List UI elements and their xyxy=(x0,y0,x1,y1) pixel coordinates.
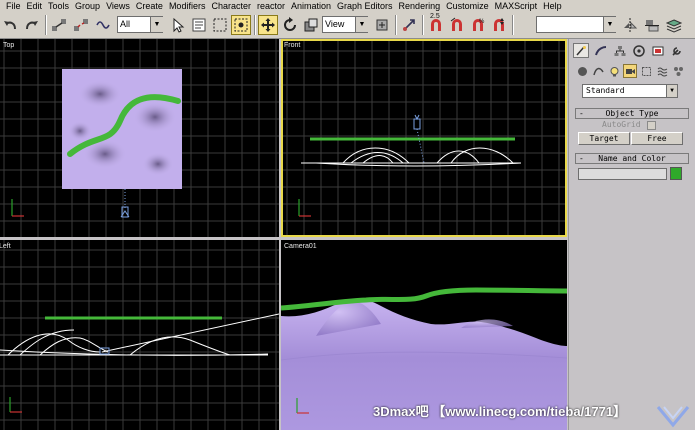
align-icon[interactable] xyxy=(642,15,662,35)
select-object-icon[interactable] xyxy=(168,15,188,35)
menu-graph-editors[interactable]: Graph Editors xyxy=(334,0,396,12)
systems-icon[interactable] xyxy=(671,64,685,78)
collapse-icon: - xyxy=(579,154,584,163)
chevron-down-icon: ▼ xyxy=(150,17,163,32)
autogrid-label: AutoGrid xyxy=(602,120,641,129)
reference-coord-dropdown[interactable]: View ▼ xyxy=(322,16,368,33)
spinner-snap-icon[interactable] xyxy=(489,15,509,35)
autogrid-checkbox[interactable] xyxy=(647,121,656,130)
menu-views[interactable]: Views xyxy=(103,0,133,12)
reference-coord-value: View xyxy=(325,19,345,29)
top-terrain xyxy=(62,69,182,189)
pivot-center-icon[interactable] xyxy=(372,15,392,35)
category-value: Standard xyxy=(586,86,625,95)
menu-create[interactable]: Create xyxy=(133,0,166,12)
cameras-icon[interactable] xyxy=(623,64,637,78)
viewport-label-front: Front xyxy=(284,42,301,49)
object-color-swatch[interactable] xyxy=(670,167,682,180)
chevron-down-icon: ▼ xyxy=(355,17,368,32)
name-color-rollout-header[interactable]: - Name and Color xyxy=(575,153,689,164)
chevron-down-icon: ▼ xyxy=(666,85,677,97)
menu-customize[interactable]: Customize xyxy=(443,0,492,12)
object-name-field[interactable] xyxy=(578,168,667,180)
viewport-label-top: Top xyxy=(3,42,15,49)
camera-path-spline xyxy=(281,287,567,311)
menu-group[interactable]: Group xyxy=(72,0,103,12)
object-type-rollout-header[interactable]: - Object Type xyxy=(575,108,689,119)
menu-bar: File Edit Tools Group Views Create Modifiers Ch… xyxy=(0,0,695,12)
geometry-icon[interactable] xyxy=(575,64,589,78)
layer-manager-icon[interactable] xyxy=(664,15,684,35)
axis-tripod xyxy=(11,199,24,217)
bind-space-warp-icon[interactable] xyxy=(93,15,113,35)
selection-filter-value: All xyxy=(120,19,131,29)
category-dropdown[interactable]: Standard ▼ xyxy=(582,84,678,98)
menu-edit[interactable]: Edit xyxy=(24,0,46,12)
left-view-scene xyxy=(0,240,279,430)
redo-icon[interactable] xyxy=(22,15,42,35)
watermark-logo-icon xyxy=(656,406,690,428)
rectangular-region-icon[interactable] xyxy=(210,15,230,35)
mirror-icon[interactable] xyxy=(620,15,640,35)
window-crossing-icon[interactable] xyxy=(231,15,251,35)
hierarchy-tab[interactable] xyxy=(612,43,628,58)
select-scale-icon[interactable] xyxy=(301,15,321,35)
menu-file[interactable]: File xyxy=(0,0,24,12)
helpers-icon[interactable] xyxy=(639,64,653,78)
collapse-icon: - xyxy=(579,109,584,118)
main-toolbar: All ▼ View ▼ 2.5 % ▼ xyxy=(0,12,695,39)
create-tab[interactable] xyxy=(573,43,589,58)
watermark-text: 3Dmax吧 【www.linecg.com/tieba/1771】 xyxy=(373,404,627,419)
selection-filter-dropdown[interactable]: All ▼ xyxy=(117,16,163,33)
front-terrain-wireframe xyxy=(301,147,522,167)
target-camera-button[interactable]: Target xyxy=(578,132,630,145)
viewport-label-left: Left xyxy=(0,243,11,250)
menu-rendering[interactable]: Rendering xyxy=(396,0,444,12)
axis-tripod xyxy=(9,397,22,413)
select-by-name-icon[interactable] xyxy=(189,15,209,35)
lights-icon[interactable] xyxy=(607,64,621,78)
viewport-left[interactable]: Left xyxy=(0,240,279,430)
snap-value-label: 2.5 xyxy=(430,13,440,20)
menu-reactor[interactable]: reactor xyxy=(254,0,288,12)
top-view-scene xyxy=(0,39,279,237)
select-rotate-icon[interactable] xyxy=(280,15,300,35)
menu-character[interactable]: Character xyxy=(208,0,254,12)
chevron-down-icon: ▼ xyxy=(603,17,616,32)
select-manipulate-icon[interactable] xyxy=(399,15,419,35)
select-move-icon[interactable] xyxy=(258,15,278,35)
camera-view-scene xyxy=(281,287,567,430)
display-tab[interactable] xyxy=(650,43,666,58)
axis-tripod xyxy=(298,199,311,217)
angle-snap-icon[interactable] xyxy=(447,15,467,35)
top-camera-gizmo xyxy=(120,189,130,218)
object-type-title: Object Type xyxy=(605,109,659,118)
name-color-title: Name and Color xyxy=(598,154,666,163)
menu-animation[interactable]: Animation xyxy=(288,0,334,12)
viewport-camera[interactable]: Camera01 xyxy=(281,240,567,430)
front-view-scene xyxy=(281,39,567,237)
free-camera-button[interactable]: Free xyxy=(631,132,683,145)
modify-tab[interactable] xyxy=(593,43,609,58)
viewport-label-camera: Camera01 xyxy=(284,243,317,250)
menu-help[interactable]: Help xyxy=(540,0,565,12)
command-panel: Standard ▼ - Object Type AutoGrid Target… xyxy=(568,39,695,430)
shapes-icon[interactable] xyxy=(591,64,605,78)
menu-maxscript[interactable]: MAXScript xyxy=(492,0,541,12)
viewport-top[interactable]: Top xyxy=(0,39,279,237)
unlink-icon[interactable] xyxy=(71,15,91,35)
menu-tools[interactable]: Tools xyxy=(45,0,72,12)
svg-text:%: % xyxy=(479,19,485,25)
named-selection-dropdown[interactable]: ▼ xyxy=(536,16,616,33)
viewport-front[interactable]: Front xyxy=(281,39,567,237)
motion-tab[interactable] xyxy=(631,43,647,58)
select-link-icon[interactable] xyxy=(49,15,69,35)
menu-modifiers[interactable]: Modifiers xyxy=(166,0,209,12)
utilities-tab[interactable] xyxy=(669,43,685,58)
space-warps-icon[interactable] xyxy=(655,64,669,78)
percent-snap-icon[interactable]: % xyxy=(468,15,488,35)
undo-icon[interactable] xyxy=(0,15,20,35)
